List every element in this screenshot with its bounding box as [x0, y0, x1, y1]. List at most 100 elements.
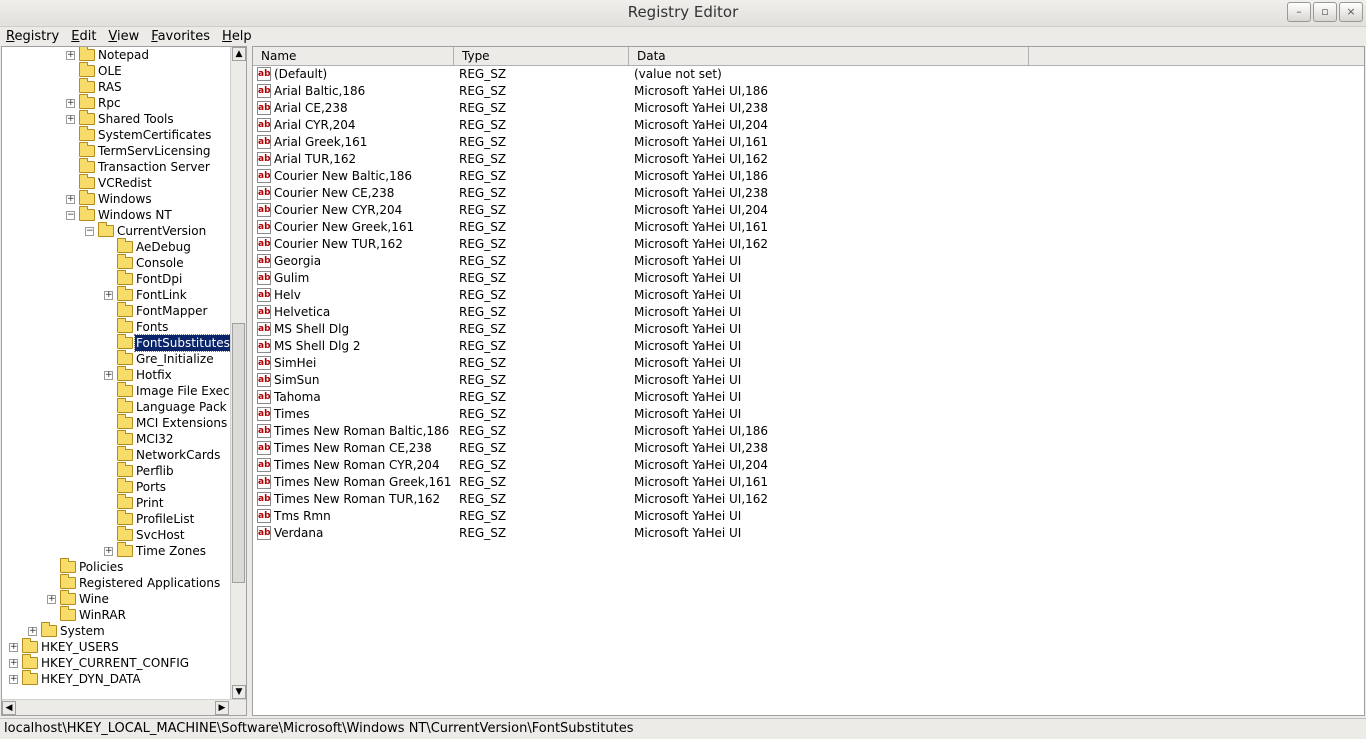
- tree-node-label[interactable]: FontDpi: [135, 271, 183, 287]
- collapse-icon[interactable]: −: [85, 227, 94, 236]
- tree-node[interactable]: NetworkCards: [2, 446, 231, 463]
- tree-node[interactable]: Transaction Server: [2, 158, 231, 175]
- tree-node-label[interactable]: Shared Tools: [97, 111, 175, 127]
- tree-node-label[interactable]: SystemCertificates: [97, 127, 212, 143]
- tree-node[interactable]: + Windows: [2, 190, 231, 207]
- value-row[interactable]: ab Courier New Greek,161 REG_SZ Microsoft Y…: [253, 219, 1353, 236]
- value-row[interactable]: ab Arial CYR,204 REG_SZ Microsoft YaHei UI,…: [253, 117, 1353, 134]
- tree-node[interactable]: + HKEY_DYN_DATA: [2, 670, 231, 687]
- maximize-button[interactable]: ▫: [1313, 2, 1337, 22]
- tree-node-label[interactable]: ProfileList: [135, 511, 195, 527]
- tree-node-label[interactable]: AeDebug: [135, 239, 192, 255]
- expand-icon[interactable]: +: [28, 627, 37, 636]
- tree-node-label[interactable]: Registered Applications: [78, 575, 221, 591]
- tree-node[interactable]: − Windows NT: [2, 206, 231, 223]
- value-row[interactable]: ab SimHei REG_SZ Microsoft YaHei UI: [253, 355, 1353, 372]
- tree-node[interactable]: FontMapper: [2, 302, 231, 319]
- tree-node-label[interactable]: Wine: [78, 591, 110, 607]
- value-row[interactable]: ab Times New Roman Greek,161 REG_SZ Microso…: [253, 474, 1353, 491]
- tree-horizontal-scrollbar[interactable]: ◀ ▶: [2, 699, 246, 715]
- menu-edit[interactable]: Edit: [65, 27, 102, 46]
- tree-node-label[interactable]: RAS: [97, 79, 123, 95]
- tree-node[interactable]: FontSubstitutes: [2, 334, 231, 352]
- expand-icon[interactable]: +: [66, 51, 75, 60]
- tree-node-label[interactable]: TermServLicensing: [97, 143, 212, 159]
- value-row[interactable]: ab Times New Roman TUR,162 REG_SZ Microsoft…: [253, 491, 1353, 508]
- collapse-icon[interactable]: −: [66, 211, 75, 220]
- expand-icon[interactable]: +: [9, 675, 18, 684]
- tree-node-label[interactable]: Perflib: [135, 463, 175, 479]
- expand-icon[interactable]: +: [104, 291, 113, 300]
- tree-node[interactable]: + Shared Tools: [2, 110, 231, 127]
- tree-node-label[interactable]: Console: [135, 255, 185, 271]
- tree-node-label[interactable]: Gre_Initialize: [135, 351, 215, 367]
- tree-node[interactable]: TermServLicensing: [2, 142, 231, 159]
- menu-registry[interactable]: Registry: [0, 27, 65, 46]
- value-row[interactable]: ab SimSun REG_SZ Microsoft YaHei UI: [253, 372, 1353, 389]
- tree-node-label[interactable]: Windows: [97, 191, 153, 207]
- tree-node[interactable]: Language Pack: [2, 398, 231, 415]
- tree-node-label[interactable]: HKEY_DYN_DATA: [40, 671, 142, 687]
- tree-node-label[interactable]: CurrentVersion: [116, 223, 207, 239]
- tree-node[interactable]: + HKEY_CURRENT_CONFIG: [2, 654, 231, 671]
- expand-icon[interactable]: +: [66, 115, 75, 124]
- tree-node-label[interactable]: Print: [135, 495, 165, 511]
- menu-favorites[interactable]: Favorites: [145, 27, 216, 46]
- tree-node[interactable]: MCI Extensions: [2, 414, 231, 431]
- value-row[interactable]: ab Courier New Baltic,186 REG_SZ Microsoft …: [253, 168, 1353, 185]
- value-row[interactable]: ab Arial CE,238 REG_SZ Microsoft YaHei UI,2…: [253, 100, 1353, 117]
- tree-node-label[interactable]: Rpc: [97, 95, 122, 111]
- tree-node-label[interactable]: NetworkCards: [135, 447, 221, 463]
- tree-node-label[interactable]: Ports: [135, 479, 167, 495]
- tree-node-label[interactable]: FontMapper: [135, 303, 208, 319]
- tree-node[interactable]: AeDebug: [2, 238, 231, 255]
- tree-node-label[interactable]: Fonts: [135, 319, 169, 335]
- menu-help[interactable]: Help: [216, 27, 258, 46]
- tree-node[interactable]: Ports: [2, 478, 231, 495]
- tree-node[interactable]: Policies: [2, 558, 231, 575]
- tree-node[interactable]: + FontLink: [2, 286, 231, 303]
- tree-node-label[interactable]: System: [59, 623, 106, 639]
- tree-node[interactable]: + Rpc: [2, 94, 231, 111]
- expand-icon[interactable]: +: [66, 195, 75, 204]
- tree-node[interactable]: SystemCertificates: [2, 126, 231, 143]
- scroll-right-arrow-icon[interactable]: ▶: [215, 701, 229, 715]
- value-row[interactable]: ab Times New Roman CE,238 REG_SZ Microsoft …: [253, 440, 1353, 457]
- tree-node[interactable]: + Time Zones: [2, 542, 231, 559]
- minimize-button[interactable]: –: [1287, 2, 1311, 22]
- tree-node-label[interactable]: Hotfix: [135, 367, 173, 383]
- tree-node[interactable]: Registered Applications: [2, 574, 231, 591]
- value-row[interactable]: ab MS Shell Dlg REG_SZ Microsoft YaHei UI: [253, 321, 1353, 338]
- expand-icon[interactable]: +: [66, 99, 75, 108]
- tree-node-label[interactable]: Windows NT: [97, 207, 173, 223]
- expand-icon[interactable]: +: [9, 643, 18, 652]
- tree-node-label[interactable]: HKEY_CURRENT_CONFIG: [40, 655, 190, 671]
- value-row[interactable]: ab Helvetica REG_SZ Microsoft YaHei UI: [253, 304, 1353, 321]
- tree-node-label[interactable]: OLE: [97, 63, 123, 79]
- tree-node[interactable]: Fonts: [2, 318, 231, 335]
- tree-node[interactable]: SvcHost: [2, 526, 231, 543]
- scroll-up-arrow-icon[interactable]: ▲: [232, 47, 246, 61]
- tree-node[interactable]: VCRedist: [2, 174, 231, 191]
- expand-icon[interactable]: +: [104, 547, 113, 556]
- scroll-left-arrow-icon[interactable]: ◀: [2, 701, 16, 715]
- value-row[interactable]: ab Arial Baltic,186 REG_SZ Microsoft YaHei …: [253, 83, 1353, 100]
- value-row[interactable]: ab Georgia REG_SZ Microsoft YaHei UI: [253, 253, 1353, 270]
- tree-node[interactable]: Console: [2, 254, 231, 271]
- tree-node[interactable]: Perflib: [2, 462, 231, 479]
- value-row[interactable]: ab Helv REG_SZ Microsoft YaHei UI: [253, 287, 1353, 304]
- tree-node[interactable]: + Wine: [2, 590, 231, 607]
- value-row[interactable]: ab Verdana REG_SZ Microsoft YaHei UI: [253, 525, 1353, 542]
- tree-node-label[interactable]: Language Pack: [135, 399, 228, 415]
- tree-node[interactable]: ProfileList: [2, 510, 231, 527]
- expand-icon[interactable]: +: [9, 659, 18, 668]
- tree-node-label[interactable]: Image File Execution Options: [135, 383, 231, 399]
- tree-node-label[interactable]: MCI32: [135, 431, 175, 447]
- expand-icon[interactable]: +: [47, 595, 56, 604]
- value-row[interactable]: ab Tms Rmn REG_SZ Microsoft YaHei UI: [253, 508, 1353, 525]
- value-row[interactable]: ab Times New Roman CYR,204 REG_SZ Microsoft…: [253, 457, 1353, 474]
- value-row[interactable]: ab Arial TUR,162 REG_SZ Microsoft YaHei UI,…: [253, 151, 1353, 168]
- tree-node-label[interactable]: VCRedist: [97, 175, 153, 191]
- column-header-data[interactable]: Data: [629, 47, 1029, 65]
- tree-node-label[interactable]: MCI Extensions: [135, 415, 228, 431]
